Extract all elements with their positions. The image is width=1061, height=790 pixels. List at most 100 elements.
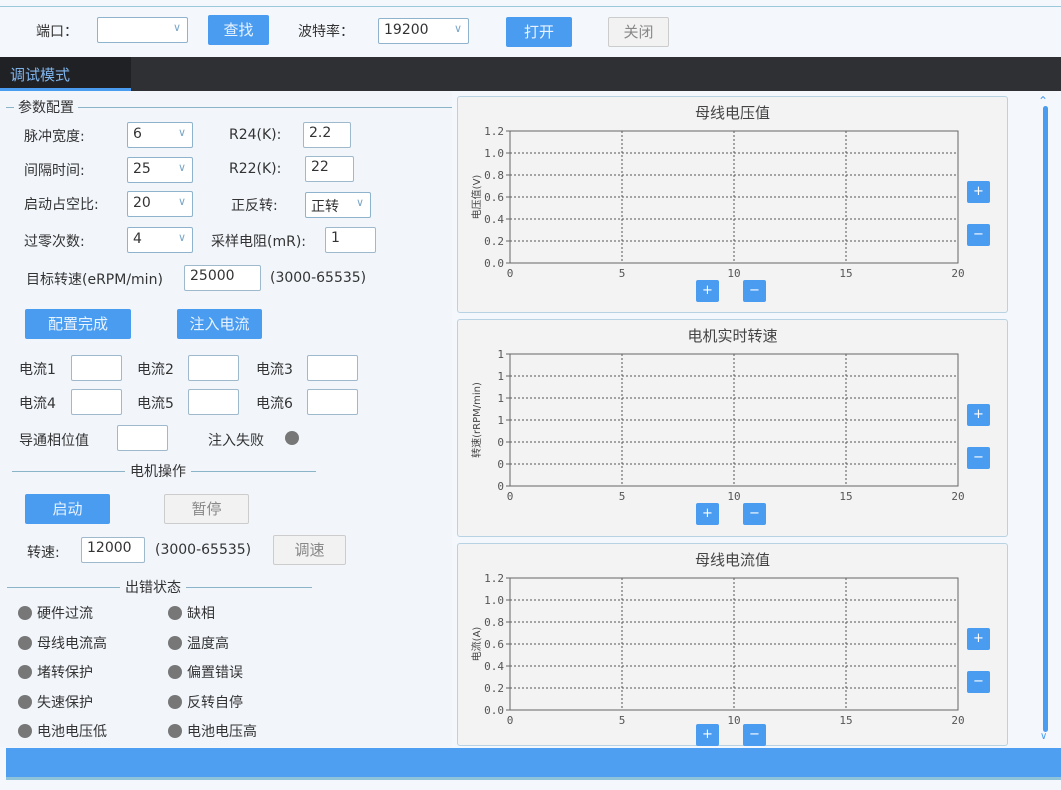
x-zoom-in-button[interactable]: +	[696, 503, 719, 525]
chevron-down-icon: ∨	[177, 126, 186, 139]
target-speed-input[interactable]: 25000	[184, 265, 261, 291]
duty-value: 20	[133, 195, 151, 211]
x-zoom-in-button[interactable]: +	[696, 724, 719, 746]
speed-input[interactable]: 12000	[81, 537, 145, 563]
interval-label: 间隔时间:	[24, 163, 85, 179]
error-status-item: 偏置错误	[168, 662, 243, 682]
error-status-label: 反转自停	[187, 694, 243, 711]
status-indicator-icon	[18, 724, 32, 738]
error-status-item: 失速保护	[18, 692, 93, 712]
r22-label: R22(K):	[229, 161, 282, 177]
current-2-label: 电流2	[137, 362, 174, 378]
y-axis-label: 转速(rRPM/min)	[470, 382, 483, 458]
zero-cross-value: 4	[133, 231, 142, 247]
zero-cross-label: 过零次数:	[24, 234, 85, 250]
start-button[interactable]: 启动	[25, 494, 110, 524]
top-border	[0, 6, 1061, 7]
chevron-down-icon: ∨	[453, 22, 462, 35]
current-5-input[interactable]	[188, 389, 239, 415]
baud-select[interactable]: 19200 ∨	[378, 18, 469, 44]
y-tick-label: 1.2	[484, 572, 504, 585]
pulse-width-select[interactable]: 6 ∨	[127, 122, 193, 148]
inject-current-button[interactable]: 注入电流	[177, 309, 262, 339]
y-tick-label: 0.6	[484, 191, 504, 204]
current-4-label: 电流4	[19, 396, 56, 412]
y-tick-label: 0	[497, 458, 504, 471]
x-zoom-out-button[interactable]: −	[743, 280, 766, 302]
x-zoom-out-button[interactable]: −	[743, 724, 766, 746]
current-4-input[interactable]	[71, 389, 122, 415]
tab-debug-mode[interactable]: 调试模式	[0, 57, 131, 91]
current-3-input[interactable]	[307, 355, 358, 381]
find-button[interactable]: 查找	[208, 15, 269, 45]
y-tick-label: 1	[497, 348, 504, 361]
error-status-item: 硬件过流	[18, 603, 93, 623]
y-tick-label: 1	[497, 414, 504, 427]
current-1-input[interactable]	[71, 355, 122, 381]
interval-select[interactable]: 25 ∨	[127, 157, 193, 183]
y-zoom-out-button[interactable]: −	[967, 224, 990, 246]
direction-select[interactable]: 正转 ∨	[305, 192, 371, 218]
shunt-input[interactable]: 1	[325, 227, 376, 253]
x-zoom-out-button[interactable]: −	[743, 503, 766, 525]
error-status-label: 失速保护	[37, 694, 93, 711]
port-select[interactable]: ∨	[97, 17, 188, 43]
open-button[interactable]: 打开	[506, 17, 572, 47]
x-tick-label: 10	[727, 714, 740, 727]
y-tick-label: 0	[497, 436, 504, 449]
y-tick-label: 0.2	[484, 682, 504, 695]
r22-input[interactable]: 22	[305, 156, 354, 182]
error-status-label: 偏置错误	[187, 665, 243, 681]
y-tick-label: 1	[497, 370, 504, 383]
duty-label: 启动占空比:	[24, 197, 99, 213]
status-indicator-icon	[168, 694, 182, 709]
scroll-down-arrow[interactable]: ∨	[1040, 731, 1047, 742]
pulse-width-label: 脉冲宽度:	[24, 129, 85, 145]
r24-label: R24(K):	[229, 127, 282, 143]
zero-cross-select[interactable]: 4 ∨	[127, 227, 193, 253]
y-tick-label: 0.4	[484, 660, 504, 673]
x-zoom-in-button[interactable]: +	[696, 280, 719, 302]
y-tick-label: 0.0	[484, 704, 504, 717]
y-zoom-in-button[interactable]: +	[967, 181, 990, 203]
port-label: 端口：	[36, 24, 78, 40]
error-status-label: 电池电压高	[187, 724, 257, 740]
speed-range: (3000-65535)	[155, 542, 252, 558]
scrollbar-thumb[interactable]	[1043, 106, 1048, 732]
error-status-label: 硬件过流	[37, 606, 93, 622]
y-zoom-out-button[interactable]: −	[967, 671, 990, 693]
y-tick-label: 0	[497, 480, 504, 493]
error-status-item: 温度高	[168, 633, 229, 653]
config-done-button[interactable]: 配置完成	[25, 309, 131, 339]
x-tick-label: 5	[619, 490, 626, 503]
current-6-input[interactable]	[307, 389, 358, 415]
x-tick-label: 0	[507, 490, 514, 503]
chevron-down-icon: ∨	[177, 161, 186, 174]
adjust-speed-button[interactable]: 调速	[273, 535, 346, 565]
x-tick-label: 15	[839, 490, 852, 503]
error-status-item: 反转自停	[168, 692, 243, 712]
close-button[interactable]: 关闭	[608, 17, 669, 47]
chart-plot: 0.0 0.2 0.4 0.6 0.8 1.0 1.2 0 5 10 15 20 电流(A)	[470, 572, 965, 727]
y-tick-label: 0.8	[484, 616, 504, 629]
duty-select[interactable]: 20 ∨	[127, 191, 193, 217]
y-zoom-in-button[interactable]: +	[967, 404, 990, 426]
y-tick-label: 0.0	[484, 257, 504, 270]
x-tick-label: 0	[507, 267, 514, 280]
shunt-label: 采样电阻(mR):	[211, 234, 307, 250]
tab-bar	[0, 57, 1061, 91]
pause-button[interactable]: 暂停	[164, 494, 249, 524]
y-zoom-in-button[interactable]: +	[967, 628, 990, 650]
phase-input[interactable]	[117, 425, 168, 451]
x-tick-label: 20	[951, 714, 964, 727]
y-zoom-out-button[interactable]: −	[967, 447, 990, 469]
chevron-down-icon: ∨	[177, 231, 186, 244]
errors-title: 出错状态	[125, 580, 181, 596]
chevron-down-icon: ∨	[177, 195, 186, 208]
error-status-item: 母线电流高	[18, 633, 107, 653]
y-tick-label: 0.2	[484, 235, 504, 248]
direction-label: 正反转:	[231, 198, 278, 214]
r24-input[interactable]: 2.2	[303, 122, 351, 148]
current-2-input[interactable]	[188, 355, 239, 381]
baud-value: 19200	[384, 22, 429, 38]
